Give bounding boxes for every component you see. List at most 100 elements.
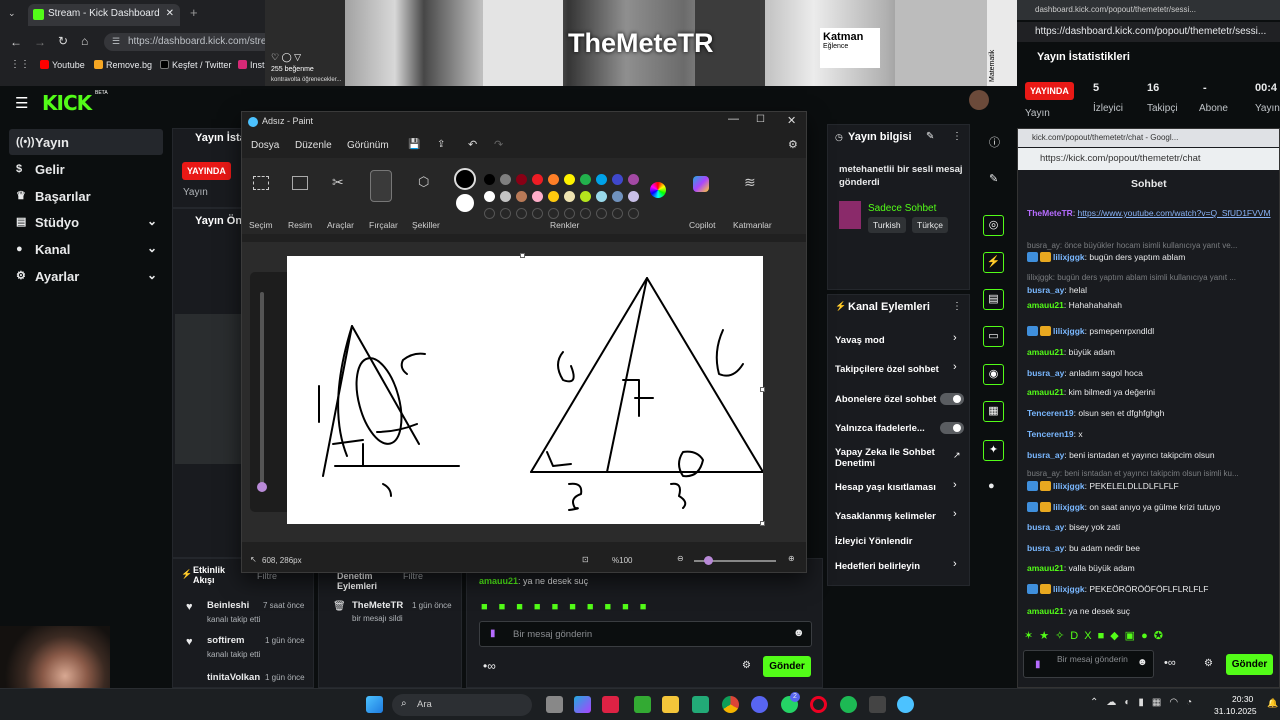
image-icon[interactable] bbox=[292, 176, 308, 190]
zoom-in-icon[interactable]: ⊕ bbox=[788, 554, 795, 563]
sidebar-item-kanal[interactable]: ● Kanal ⌄ bbox=[9, 236, 163, 262]
document-icon[interactable]: ▤ bbox=[983, 289, 1004, 310]
tag-turkce[interactable]: Türkçe bbox=[912, 217, 948, 233]
explorer-icon[interactable] bbox=[662, 696, 679, 713]
chat-username[interactable]: busra_ay bbox=[1027, 543, 1064, 553]
color-swatch[interactable] bbox=[612, 174, 623, 185]
chat-settings-icon[interactable]: ⚙ bbox=[1204, 658, 1213, 669]
action-account-age[interactable]: Hesap yaşı kısıtlaması bbox=[835, 482, 936, 493]
forward-icon[interactable]: → bbox=[34, 35, 46, 49]
opera-icon[interactable] bbox=[810, 696, 827, 713]
size-slider[interactable] bbox=[257, 292, 267, 492]
action-ai-moderation[interactable]: Yapay Zeka ile Sohbet Denetimi bbox=[835, 447, 940, 469]
bookmark-youtube[interactable]: Youtube bbox=[40, 60, 85, 70]
color-swatch[interactable] bbox=[548, 174, 559, 185]
action-emote-only[interactable]: Yalnızca ifadelerle... bbox=[835, 423, 925, 434]
chat-username[interactable]: lilixjggk bbox=[1053, 481, 1085, 491]
mid-send-button[interactable]: Gönder bbox=[763, 656, 811, 677]
empty-swatch[interactable] bbox=[548, 208, 559, 219]
chevron-right-icon[interactable]: › bbox=[953, 508, 957, 520]
menu-file[interactable]: Dosya bbox=[251, 140, 279, 151]
external-link-icon[interactable]: ↗ bbox=[953, 450, 961, 461]
color-swatch[interactable] bbox=[500, 191, 511, 202]
avatar[interactable] bbox=[969, 90, 989, 110]
bell-icon[interactable]: 🔔 bbox=[1267, 698, 1278, 709]
empty-swatch[interactable] bbox=[532, 208, 543, 219]
chat-username[interactable]: lilixjggk bbox=[1053, 252, 1085, 262]
action-slow-mode[interactable]: Yavaş mod bbox=[835, 335, 885, 346]
fit-icon[interactable]: ⊡ bbox=[582, 555, 589, 564]
chat-username[interactable]: amauu21 bbox=[1027, 606, 1064, 616]
tools-icon[interactable]: ✂ bbox=[332, 174, 344, 191]
paint-settings-icon[interactable]: ⚙ bbox=[788, 138, 798, 151]
zoom-select[interactable]: %100 bbox=[612, 556, 632, 565]
canvas-handle[interactable] bbox=[760, 387, 765, 392]
paint-taskbar-icon[interactable] bbox=[602, 696, 619, 713]
pencil-icon[interactable]: ✎ bbox=[989, 172, 998, 185]
chat-settings-icon[interactable]: ⚙ bbox=[742, 660, 751, 671]
color-swatch[interactable] bbox=[596, 174, 607, 185]
clock-time[interactable]: 20:30 bbox=[1232, 694, 1253, 704]
new-tab-icon[interactable]: + bbox=[190, 5, 198, 20]
taskbar-search[interactable]: ⌕ Ara bbox=[392, 694, 532, 716]
back-icon[interactable]: ← bbox=[10, 35, 22, 49]
copilot-taskbar-icon[interactable] bbox=[574, 696, 591, 713]
kick-logo[interactable]: KICK bbox=[42, 91, 92, 115]
canvas-handle[interactable] bbox=[760, 521, 765, 526]
color-swatch[interactable] bbox=[516, 174, 527, 185]
action-redirect[interactable]: İzleyici Yönlendir bbox=[835, 536, 912, 547]
zoom-out-icon[interactable]: ⊖ bbox=[677, 554, 684, 563]
emote-only-toggle[interactable] bbox=[940, 422, 964, 434]
sidebar-item-basarilar[interactable]: ♛ Başarılar bbox=[9, 183, 163, 209]
taskview-icon[interactable] bbox=[546, 696, 563, 713]
bookmark-removebg[interactable]: Remove.bg bbox=[94, 60, 152, 70]
size-slider-thumb[interactable] bbox=[257, 482, 267, 492]
action-goals[interactable]: Hedefleri belirleyin bbox=[835, 561, 920, 572]
color-swatch[interactable] bbox=[516, 191, 527, 202]
empty-swatch[interactable] bbox=[564, 208, 575, 219]
drawing-canvas[interactable] bbox=[287, 256, 763, 524]
menu-edit[interactable]: Düzenle bbox=[295, 140, 332, 151]
more-icon[interactable]: ⋮ bbox=[952, 131, 962, 142]
dots-icon[interactable]: ● bbox=[988, 480, 995, 492]
color-swatch[interactable] bbox=[484, 191, 495, 202]
empty-swatch[interactable] bbox=[484, 208, 495, 219]
sidebar-item-studyo[interactable]: ▤ Stüdyo ⌄ bbox=[9, 209, 163, 235]
empty-swatch[interactable] bbox=[596, 208, 607, 219]
action-banned-words[interactable]: Yasaklanmış kelimeler bbox=[835, 511, 936, 522]
chat-username[interactable]: amauu21 bbox=[1027, 347, 1064, 357]
chevron-right-icon[interactable]: › bbox=[953, 332, 957, 344]
close-tab-icon[interactable]: ✕ bbox=[166, 8, 174, 19]
canvas-handle[interactable] bbox=[520, 253, 525, 258]
app-icon[interactable] bbox=[869, 696, 886, 713]
reload-icon[interactable]: ↻ bbox=[58, 34, 68, 48]
infinity-icon[interactable]: •∞ bbox=[1164, 657, 1176, 669]
action-followers-only[interactable]: Takipçilere özel sohbet bbox=[835, 364, 939, 375]
chrome-icon[interactable] bbox=[722, 696, 739, 713]
brush-icon[interactable] bbox=[370, 170, 392, 202]
hamburger-menu-icon[interactable]: ☰ bbox=[15, 94, 28, 112]
emoji-icon[interactable]: ☻ bbox=[1137, 657, 1148, 668]
apps-grid-icon[interactable]: ⋮⋮ bbox=[10, 59, 30, 70]
bookmark-twitter[interactable]: Keşfet / Twitter bbox=[160, 60, 231, 70]
edit-icon[interactable]: ✎ bbox=[926, 131, 934, 142]
color-swatch[interactable] bbox=[564, 191, 575, 202]
tab-list-chevron-icon[interactable]: ⌄ bbox=[8, 8, 16, 19]
sidebar-item-ayarlar[interactable]: ⚙ Ayarlar ⌄ bbox=[9, 263, 163, 289]
paint-active-icon[interactable] bbox=[897, 696, 914, 713]
sidebar-item-gelir[interactable]: $ Gelir bbox=[9, 156, 163, 182]
color-swatch[interactable] bbox=[628, 191, 639, 202]
color-swatch[interactable] bbox=[580, 191, 591, 202]
sheets-icon[interactable] bbox=[692, 696, 709, 713]
copilot-icon[interactable] bbox=[693, 176, 709, 192]
target-icon[interactable]: ◎ bbox=[983, 215, 1004, 236]
color-swatch[interactable] bbox=[580, 174, 591, 185]
chat-username[interactable]: Tenceren19 bbox=[1027, 408, 1074, 418]
wrench-icon[interactable]: ✦ bbox=[983, 440, 1004, 461]
home-icon[interactable]: ⌂ bbox=[81, 34, 88, 48]
chat-username[interactable]: lilixjggk bbox=[1053, 584, 1085, 594]
minimize-icon[interactable]: — bbox=[728, 113, 739, 125]
chat-bubble-icon[interactable]: ▭ bbox=[983, 326, 1004, 347]
empty-swatch[interactable] bbox=[580, 208, 591, 219]
chat-username[interactable]: busra_ay bbox=[1027, 368, 1064, 378]
